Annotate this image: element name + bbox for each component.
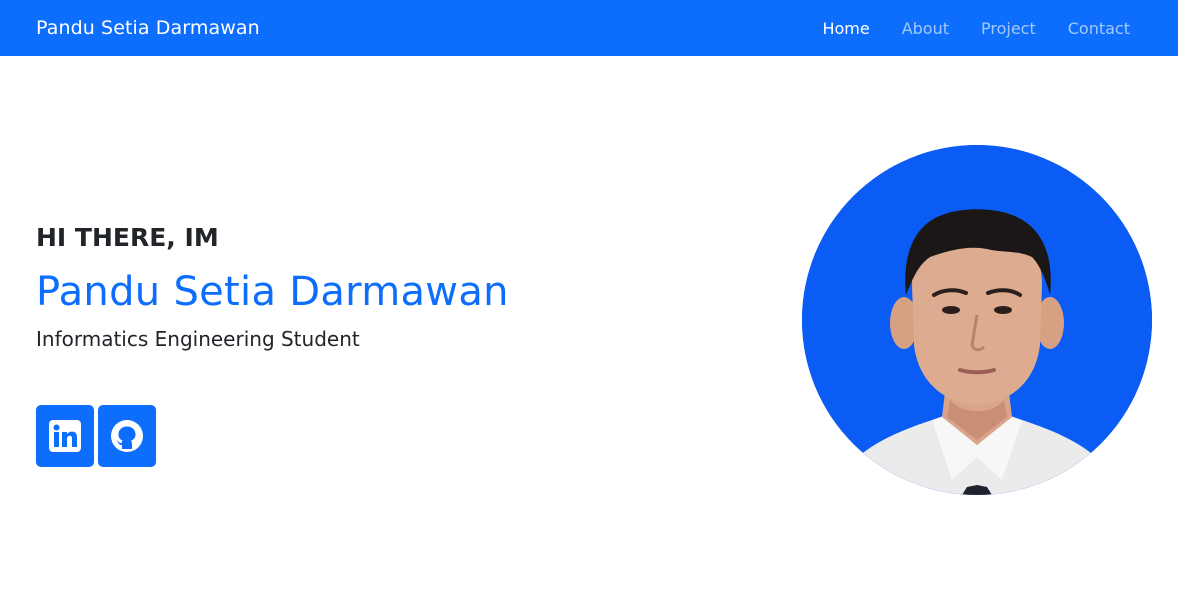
nav-links: Home About Project Contact	[822, 19, 1130, 38]
nav-link-home[interactable]: Home	[822, 19, 869, 38]
navbar: Pandu Setia Darmawan Home About Project …	[0, 0, 1178, 56]
hero-role: Informatics Engineering Student	[36, 327, 360, 351]
hero-greeting: HI THERE, IM	[36, 223, 219, 252]
hero-name: Pandu Setia Darmawan	[36, 269, 509, 315]
github-button[interactable]	[98, 405, 156, 467]
hero-section: HI THERE, IM Pandu Setia Darmawan Inform…	[36, 222, 509, 353]
linkedin-button[interactable]	[36, 405, 94, 467]
profile-portrait	[802, 145, 1152, 495]
github-icon	[111, 420, 143, 452]
nav-link-contact[interactable]: Contact	[1068, 19, 1130, 38]
social-links	[36, 405, 156, 467]
nav-link-about[interactable]: About	[902, 19, 949, 38]
profile-photo	[802, 145, 1152, 495]
linkedin-icon	[49, 420, 81, 452]
nav-link-project[interactable]: Project	[981, 19, 1036, 38]
brand-link[interactable]: Pandu Setia Darmawan	[36, 17, 260, 39]
